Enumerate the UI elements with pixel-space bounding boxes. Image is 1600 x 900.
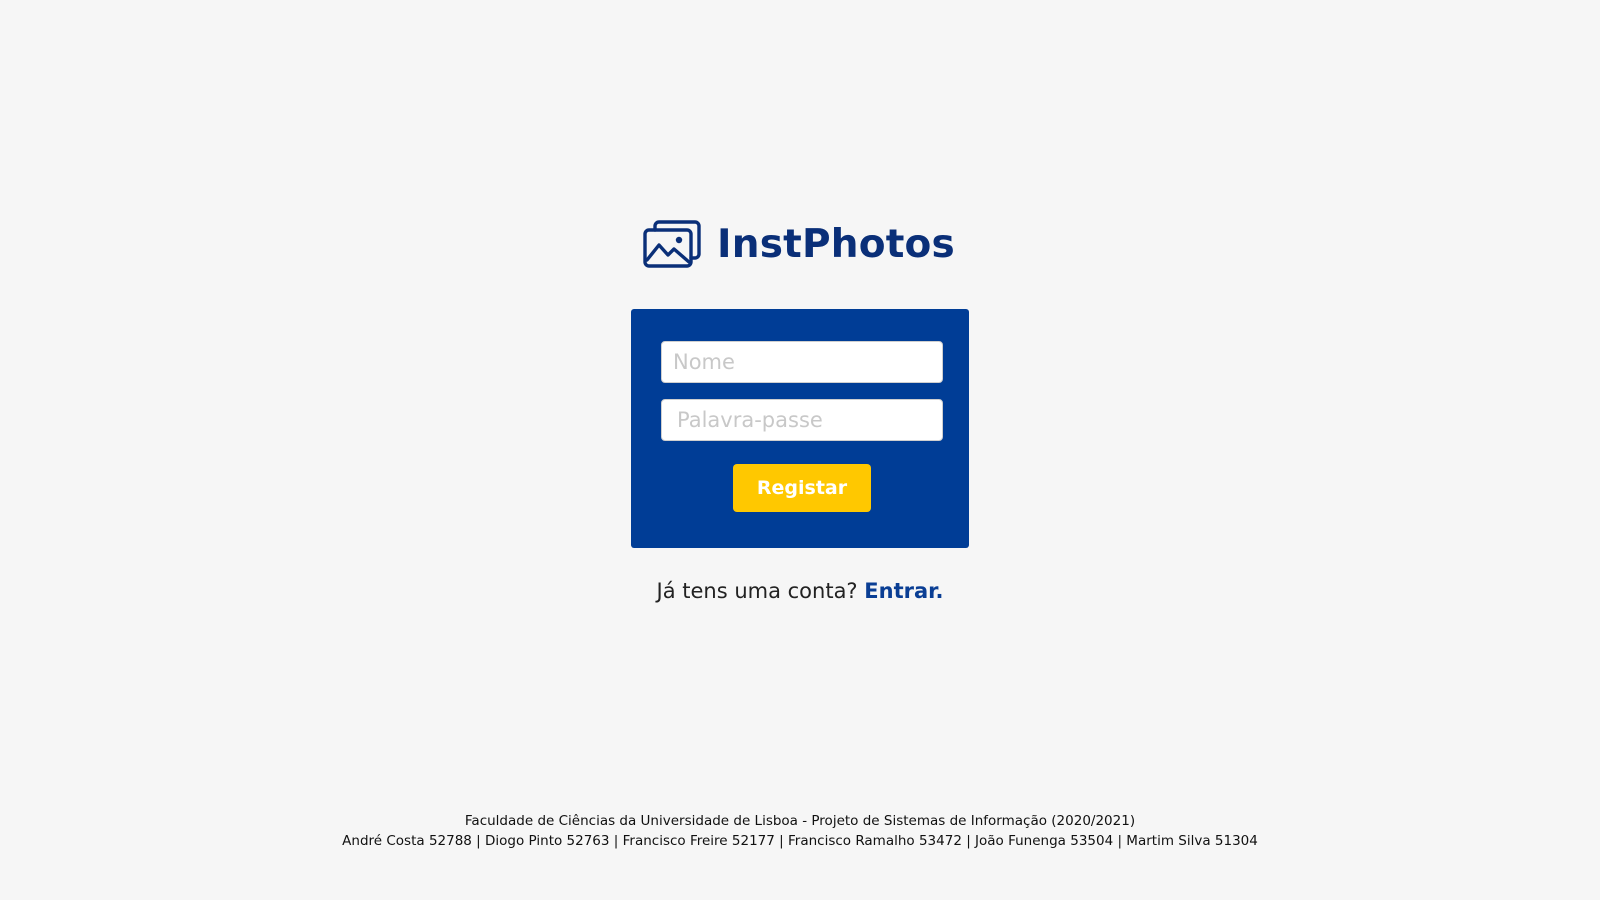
footer: Faculdade de Ciências da Universidade de…	[0, 811, 1600, 851]
footer-institution: Faculdade de Ciências da Universidade de…	[464, 813, 1136, 829]
page: InstPhotos Registar Já tens uma conta? E…	[0, 0, 1600, 900]
signin-prompt-line: Já tens uma conta? Entrar.	[0, 579, 1600, 603]
register-form: Registar	[631, 309, 969, 548]
brand-title: InstPhotos	[717, 221, 955, 267]
signin-link[interactable]: Entrar.	[864, 579, 943, 603]
photos-icon	[643, 218, 701, 270]
signin-prompt: Já tens uma conta?	[656, 579, 858, 603]
password-input[interactable]	[661, 399, 943, 441]
brand-header: InstPhotos	[0, 218, 1600, 270]
register-button[interactable]: Registar	[733, 464, 871, 512]
brand-logo: InstPhotos	[643, 218, 955, 270]
name-input[interactable]	[661, 341, 943, 383]
footer-authors: André Costa 52788 | Diogo Pinto 52763 | …	[342, 833, 1258, 849]
